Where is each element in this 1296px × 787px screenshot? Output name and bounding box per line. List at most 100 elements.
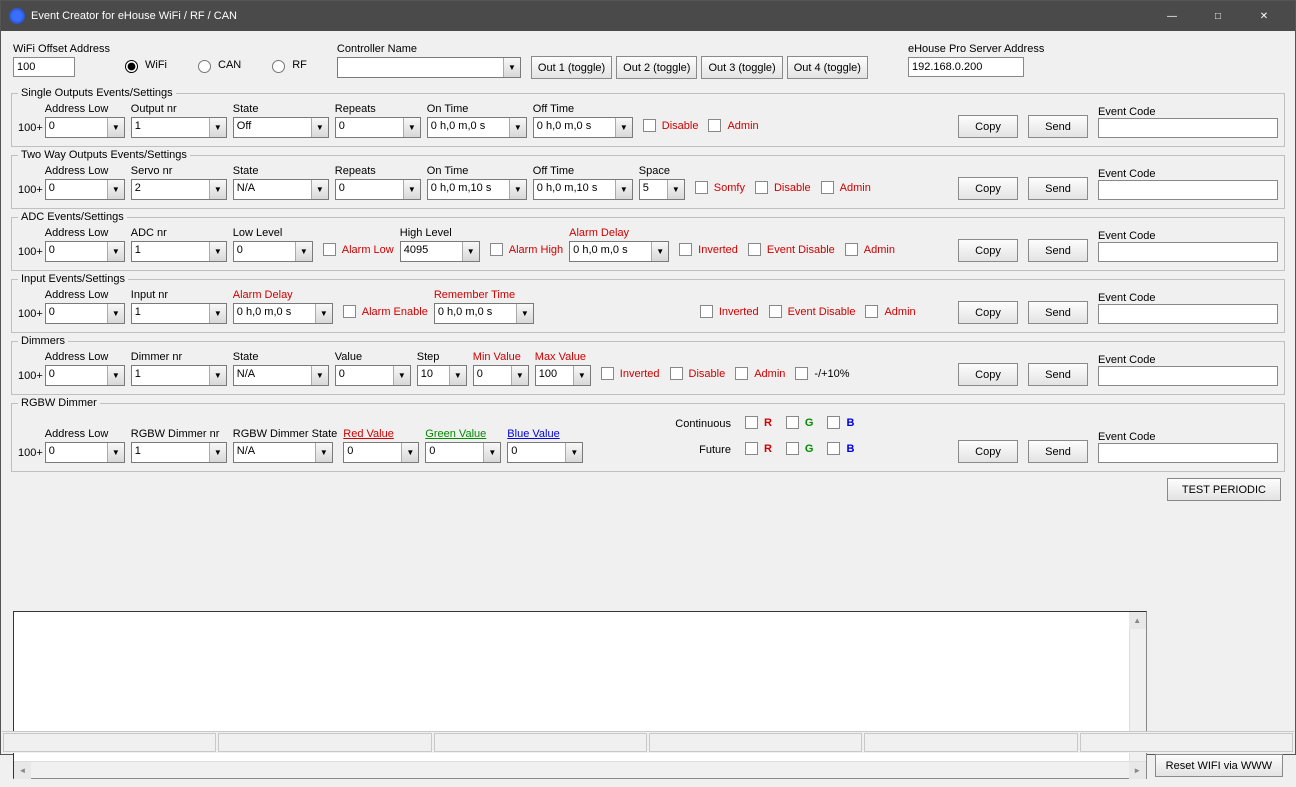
twoway-send-button[interactable]: Send <box>1028 177 1088 200</box>
window-maximize[interactable]: □ <box>1195 1 1241 31</box>
fut-g-check[interactable]: G <box>782 439 814 458</box>
single-output-combo[interactable]: 1▼ <box>131 117 227 138</box>
dimmer-nr-combo[interactable]: 1▼ <box>131 365 227 386</box>
server-address-input[interactable] <box>908 57 1024 77</box>
adc-send-button[interactable]: Send <box>1028 239 1088 262</box>
dimmer-step-combo[interactable]: 10▼ <box>417 365 467 386</box>
fut-r-check[interactable]: R <box>741 439 772 458</box>
adc-addr-combo[interactable]: 0▼ <box>45 241 125 262</box>
log-textarea[interactable]: ▲ ◄ ► <box>13 611 1147 779</box>
fut-b-check[interactable]: B <box>823 439 854 458</box>
single-copy-button[interactable]: Copy <box>958 115 1018 138</box>
scroll-right-icon[interactable]: ► <box>1129 762 1146 779</box>
rgbw-nr-combo[interactable]: 1▼ <box>131 442 227 463</box>
dimmer-admin-check[interactable]: Admin <box>731 364 785 383</box>
scrollbar-horizontal[interactable]: ◄ ► <box>14 761 1146 778</box>
single-repeats-combo[interactable]: 0▼ <box>335 117 421 138</box>
input-admin-check[interactable]: Admin <box>861 302 915 321</box>
rgbw-addr-combo[interactable]: 0▼ <box>45 442 125 463</box>
adc-admin-check[interactable]: Admin <box>841 240 895 259</box>
wifi-offset-input[interactable] <box>13 57 75 77</box>
twoway-disable-check[interactable]: Disable <box>751 178 811 197</box>
adc-alarmlow-check[interactable]: Alarm Low <box>319 240 394 259</box>
twoway-offtime-combo[interactable]: 0 h,0 m,10 s▼ <box>533 179 633 200</box>
adc-inverted-check[interactable]: Inverted <box>675 240 738 259</box>
adc-eventcode-input[interactable] <box>1098 242 1278 262</box>
window-minimize[interactable]: — <box>1149 1 1195 31</box>
twoway-space-combo[interactable]: 5▼ <box>639 179 685 200</box>
input-copy-button[interactable]: Copy <box>958 301 1018 324</box>
single-send-button[interactable]: Send <box>1028 115 1088 138</box>
dimmer-min-combo[interactable]: 0▼ <box>473 365 529 386</box>
dimmer-value-combo[interactable]: 0▼ <box>335 365 411 386</box>
twoway-admin-check[interactable]: Admin <box>817 178 871 197</box>
twoway-repeats-combo[interactable]: 0▼ <box>335 179 421 200</box>
controller-name-combo[interactable]: ▼ <box>337 57 521 78</box>
twoway-servo-combo[interactable]: 2▼ <box>131 179 227 200</box>
adc-highlevel-combo[interactable]: 4095▼ <box>400 241 480 262</box>
radio-wifi[interactable]: WiFi <box>120 57 167 73</box>
radio-rf[interactable]: RF <box>267 57 307 73</box>
adc-alarmdelay-combo[interactable]: 0 h,0 m,0 s▼ <box>569 241 669 262</box>
dimmer-addr-combo[interactable]: 0▼ <box>45 365 125 386</box>
window-close[interactable]: ✕ <box>1241 1 1287 31</box>
rgbw-eventcode-input[interactable] <box>1098 443 1278 463</box>
input-eventcode-input[interactable] <box>1098 304 1278 324</box>
out3-toggle-button[interactable]: Out 3 (toggle) <box>701 56 782 79</box>
twoway-state-combo[interactable]: N/A▼ <box>233 179 329 200</box>
scroll-left-icon[interactable]: ◄ <box>14 762 31 779</box>
out1-toggle-button[interactable]: Out 1 (toggle) <box>531 56 612 79</box>
out4-toggle-button[interactable]: Out 4 (toggle) <box>787 56 868 79</box>
single-eventcode-input[interactable] <box>1098 118 1278 138</box>
cont-g-check[interactable]: G <box>782 413 814 432</box>
radio-can[interactable]: CAN <box>193 57 241 73</box>
input-eventdisable-check[interactable]: Event Disable <box>765 302 856 321</box>
status-cell-5 <box>864 733 1077 752</box>
dimmer-max-combo[interactable]: 100▼ <box>535 365 591 386</box>
scroll-up-icon[interactable]: ▲ <box>1129 612 1146 629</box>
dimmers-legend: Dimmers <box>18 335 68 347</box>
input-nr-combo[interactable]: 1▼ <box>131 303 227 324</box>
twoway-eventcode-input[interactable] <box>1098 180 1278 200</box>
twoway-ontime-combo[interactable]: 0 h,0 m,10 s▼ <box>427 179 527 200</box>
out2-toggle-button[interactable]: Out 2 (toggle) <box>616 56 697 79</box>
rgbw-group: RGBW Dimmer 100+ Address Low0▼ RGBW Dimm… <box>11 397 1285 472</box>
input-send-button[interactable]: Send <box>1028 301 1088 324</box>
input-addr-combo[interactable]: 0▼ <box>45 303 125 324</box>
input-remember-combo[interactable]: 0 h,0 m,0 s▼ <box>434 303 534 324</box>
reset-wifi-button[interactable]: Reset WIFI via WWW <box>1155 754 1283 777</box>
rgbw-copy-button[interactable]: Copy <box>958 440 1018 463</box>
input-alarmenable-check[interactable]: Alarm Enable <box>339 302 428 321</box>
dimmer-inverted-check[interactable]: Inverted <box>597 364 660 383</box>
single-addr-combo[interactable]: 0▼ <box>45 117 125 138</box>
adc-alarmhigh-check[interactable]: Alarm High <box>486 240 563 259</box>
single-disable-check[interactable]: Disable <box>639 116 699 135</box>
adc-nr-combo[interactable]: 1▼ <box>131 241 227 262</box>
twoway-copy-button[interactable]: Copy <box>958 177 1018 200</box>
twoway-somfy-check[interactable]: Somfy <box>691 178 745 197</box>
dimmer-pm10-check[interactable]: -/+10% <box>791 364 849 383</box>
single-offtime-combo[interactable]: 0 h,0 m,0 s▼ <box>533 117 633 138</box>
twoway-addr-combo[interactable]: 0▼ <box>45 179 125 200</box>
single-state-combo[interactable]: Off▼ <box>233 117 329 138</box>
input-inverted-check[interactable]: Inverted <box>696 302 759 321</box>
rgbw-blue-combo[interactable]: 0▼ <box>507 442 583 463</box>
test-periodic-button[interactable]: TEST PERIODIC <box>1167 478 1281 501</box>
cont-r-check[interactable]: R <box>741 413 772 432</box>
dimmer-state-combo[interactable]: N/A▼ <box>233 365 329 386</box>
rgbw-state-combo[interactable]: N/A▼ <box>233 442 333 463</box>
dimmer-copy-button[interactable]: Copy <box>958 363 1018 386</box>
rgbw-green-combo[interactable]: 0▼ <box>425 442 501 463</box>
single-ontime-combo[interactable]: 0 h,0 m,0 s▼ <box>427 117 527 138</box>
rgbw-send-button[interactable]: Send <box>1028 440 1088 463</box>
dimmer-disable-check[interactable]: Disable <box>666 364 726 383</box>
single-admin-check[interactable]: Admin <box>704 116 758 135</box>
dimmer-send-button[interactable]: Send <box>1028 363 1088 386</box>
rgbw-red-combo[interactable]: 0▼ <box>343 442 419 463</box>
adc-copy-button[interactable]: Copy <box>958 239 1018 262</box>
cont-b-check[interactable]: B <box>823 413 854 432</box>
adc-eventdisable-check[interactable]: Event Disable <box>744 240 835 259</box>
dimmer-eventcode-input[interactable] <box>1098 366 1278 386</box>
input-alarmdelay-combo[interactable]: 0 h,0 m,0 s▼ <box>233 303 333 324</box>
adc-lowlevel-combo[interactable]: 0▼ <box>233 241 313 262</box>
